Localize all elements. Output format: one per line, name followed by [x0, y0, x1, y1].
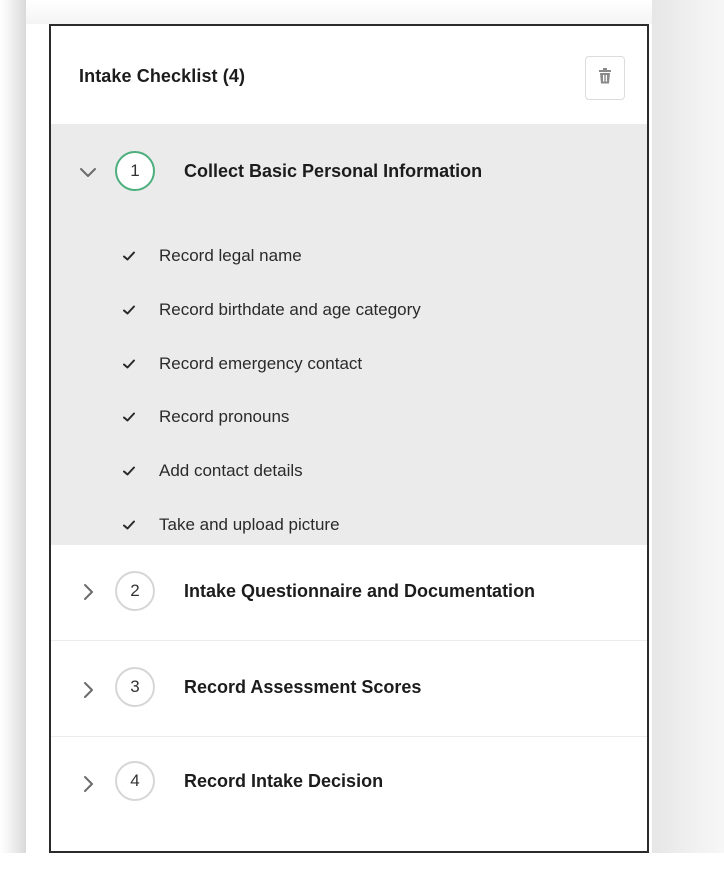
backdrop-bottom — [0, 853, 724, 870]
task-label: Record legal name — [159, 246, 302, 265]
checkmark-icon — [121, 409, 137, 425]
step-number-badge: 4 — [115, 761, 155, 801]
step-2-section[interactable]: 2 Intake Questionnaire and Documentation — [51, 544, 647, 640]
backdrop-left — [0, 0, 26, 870]
card-header: Intake Checklist (4) — [51, 26, 647, 124]
chevron-right-icon[interactable] — [79, 583, 97, 601]
checkmark-icon — [121, 302, 137, 318]
checkmark-icon — [121, 356, 137, 372]
checkmark-icon — [121, 248, 137, 264]
step-number-badge: 2 — [115, 571, 155, 611]
task-label: Take and upload picture — [159, 515, 340, 534]
task-item[interactable]: Record birthdate and age category — [121, 298, 421, 322]
chevron-down-icon[interactable] — [79, 164, 97, 182]
task-label: Record birthdate and age category — [159, 300, 421, 319]
task-label: Record pronouns — [159, 407, 290, 426]
task-item[interactable]: Record pronouns — [121, 405, 289, 429]
checkmark-icon — [121, 517, 137, 533]
task-item[interactable]: Record emergency contact — [121, 352, 362, 376]
task-label: Record emergency contact — [159, 354, 363, 373]
task-label: Add contact details — [159, 461, 303, 480]
backdrop-right — [652, 0, 724, 870]
backdrop-top — [26, 0, 652, 24]
step-4-section[interactable]: 4 Record Intake Decision — [51, 736, 647, 851]
step-1-section: 1 Collect Basic Personal Information Rec… — [51, 124, 647, 544]
trash-icon — [598, 67, 612, 89]
step-title[interactable]: Record Assessment Scores — [184, 677, 421, 698]
step-title[interactable]: Collect Basic Personal Information — [184, 161, 482, 182]
intake-checklist-card: Intake Checklist (4) 1 Collect Basic Per… — [49, 24, 649, 853]
task-item[interactable]: Add contact details — [121, 459, 303, 483]
chevron-right-icon[interactable] — [79, 775, 97, 793]
card-title: Intake Checklist (4) — [79, 66, 246, 86]
task-item[interactable]: Take and upload picture — [121, 513, 340, 537]
step-number-badge: 1 — [115, 151, 155, 191]
delete-button[interactable] — [585, 56, 625, 100]
step-title[interactable]: Intake Questionnaire and Documentation — [184, 581, 535, 602]
chevron-right-icon[interactable] — [79, 681, 97, 699]
task-item[interactable]: Record legal name — [121, 244, 302, 268]
step-number-badge: 3 — [115, 667, 155, 707]
step-title[interactable]: Record Intake Decision — [184, 771, 383, 792]
step-3-section[interactable]: 3 Record Assessment Scores — [51, 640, 647, 736]
checkmark-icon — [121, 463, 137, 479]
